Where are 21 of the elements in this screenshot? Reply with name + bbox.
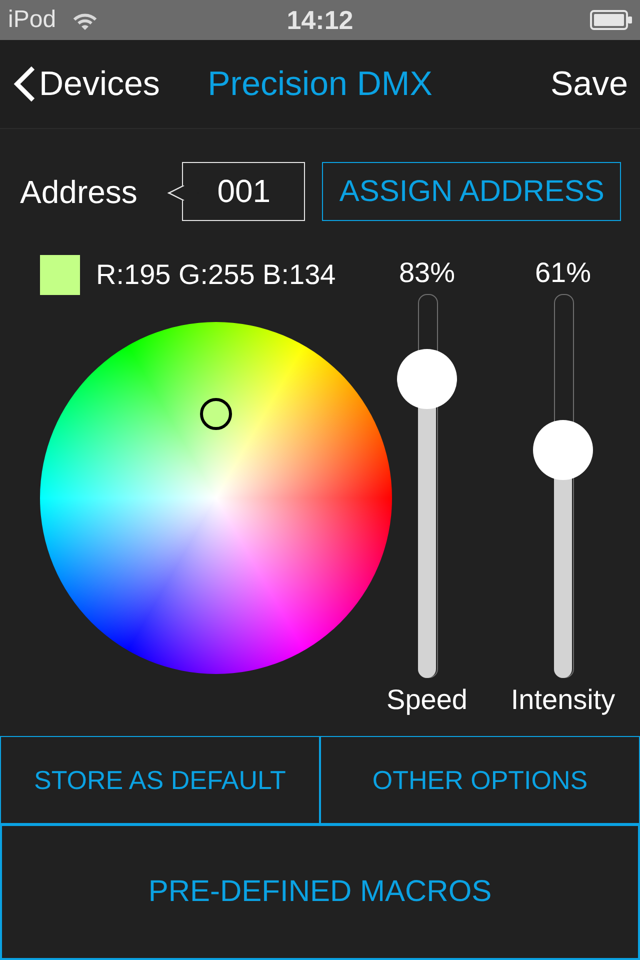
- slider-label: Speed: [386, 685, 468, 715]
- assign-address-button[interactable]: ASSIGN ADDRESS: [322, 162, 622, 221]
- slider-reading: 61%: [534, 258, 592, 288]
- save-button[interactable]: Save: [550, 64, 628, 104]
- action-button[interactable]: PRE-DEFINED MACROS: [0, 824, 640, 960]
- rgb-reading: R:195 G:255 B:134: [96, 258, 336, 292]
- screen-title: Precision DMX: [208, 64, 432, 104]
- address-field[interactable]: 001: [168, 162, 306, 221]
- action-button[interactable]: OTHER OPTIONS: [320, 736, 640, 824]
- slider-reading: 83%: [398, 258, 456, 288]
- slider-track[interactable]: [397, 294, 457, 678]
- address-label: Address: [20, 172, 138, 210]
- battery-icon: [590, 10, 632, 30]
- slider-label: Intensity: [510, 685, 616, 715]
- picker-handle[interactable]: [200, 398, 232, 430]
- back-button[interactable]: Devices: [12, 64, 160, 104]
- status-time: 14:12: [286, 5, 354, 35]
- slider-track[interactable]: [533, 294, 593, 678]
- carrier-name: iPod: [8, 6, 56, 34]
- chevron-left-icon: [12, 66, 36, 102]
- action-button[interactable]: STORE AS DEFAULT: [0, 736, 320, 824]
